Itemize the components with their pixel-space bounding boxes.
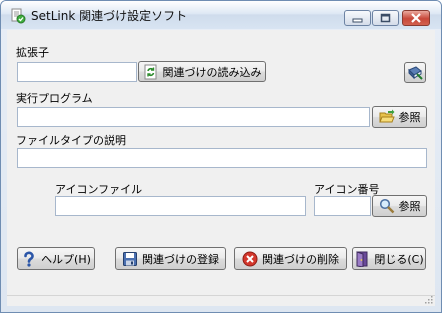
help-button[interactable]: ヘルプ(H) — [17, 247, 95, 270]
delete-icon — [242, 251, 258, 267]
icon-index-label: アイコン番号 — [314, 183, 380, 196]
maximize-button[interactable] — [372, 10, 399, 26]
status-separator — [7, 295, 435, 296]
register-association-button[interactable]: 関連づけの登録 — [115, 247, 226, 270]
delete-association-label: 関連づけの削除 — [262, 252, 339, 266]
save-icon — [122, 251, 138, 267]
register-association-label: 関連づけの登録 — [142, 252, 219, 266]
description-input[interactable] — [17, 148, 427, 168]
resize-grip-icon[interactable] — [423, 294, 433, 304]
delete-association-button[interactable]: 関連づけの削除 — [234, 247, 347, 270]
magnifier-icon — [379, 198, 395, 214]
extension-input[interactable] — [17, 62, 137, 82]
close-label: 閉じる(C) — [374, 252, 424, 266]
program-browse-button[interactable]: 参照 — [372, 106, 427, 128]
window-title: SetLink 関連づけ設定ソフト — [31, 9, 188, 23]
close-button[interactable]: 閉じる(C) — [352, 247, 426, 270]
dialog-body: 拡張子 関連づけの読み込み 実行プログラム 参照 ファイルタイプの説明 アイコン… — [7, 30, 435, 306]
title-bar[interactable]: SetLink 関連づけ設定ソフト — [1, 1, 441, 29]
help-label: ヘルプ(H) — [41, 252, 91, 266]
icon-file-input[interactable] — [55, 196, 306, 216]
extension-label: 拡張子 — [16, 46, 49, 59]
program-browse-label: 参照 — [398, 111, 421, 124]
app-window: SetLink 関連づけ設定ソフト 拡張子 関連づけの読み込み 実行プログラム … — [0, 0, 442, 313]
icon-browse-button[interactable]: 参照 — [372, 195, 427, 217]
close-icon — [403, 11, 429, 25]
load-association-label: 関連づけの読み込み — [162, 65, 262, 79]
settings-tool-button[interactable] — [404, 62, 426, 83]
icon-browse-label: 参照 — [398, 200, 421, 213]
book-edit-icon — [407, 65, 423, 81]
refresh-icon — [143, 64, 159, 80]
folder-open-icon — [378, 109, 395, 125]
icon-index-input[interactable] — [314, 196, 371, 216]
load-association-button[interactable]: 関連づけの読み込み — [138, 61, 266, 82]
icon-file-label: アイコンファイル — [55, 183, 143, 196]
maximize-icon — [373, 11, 398, 25]
help-icon — [21, 251, 37, 267]
program-input[interactable] — [17, 107, 370, 127]
minimize-icon — [345, 11, 370, 25]
door-exit-icon — [354, 250, 370, 267]
app-icon — [10, 8, 26, 24]
minimize-button[interactable] — [344, 10, 371, 26]
close-window-button[interactable] — [402, 10, 430, 26]
description-label: ファイルタイプの説明 — [16, 134, 126, 147]
program-label: 実行プログラム — [16, 92, 93, 105]
